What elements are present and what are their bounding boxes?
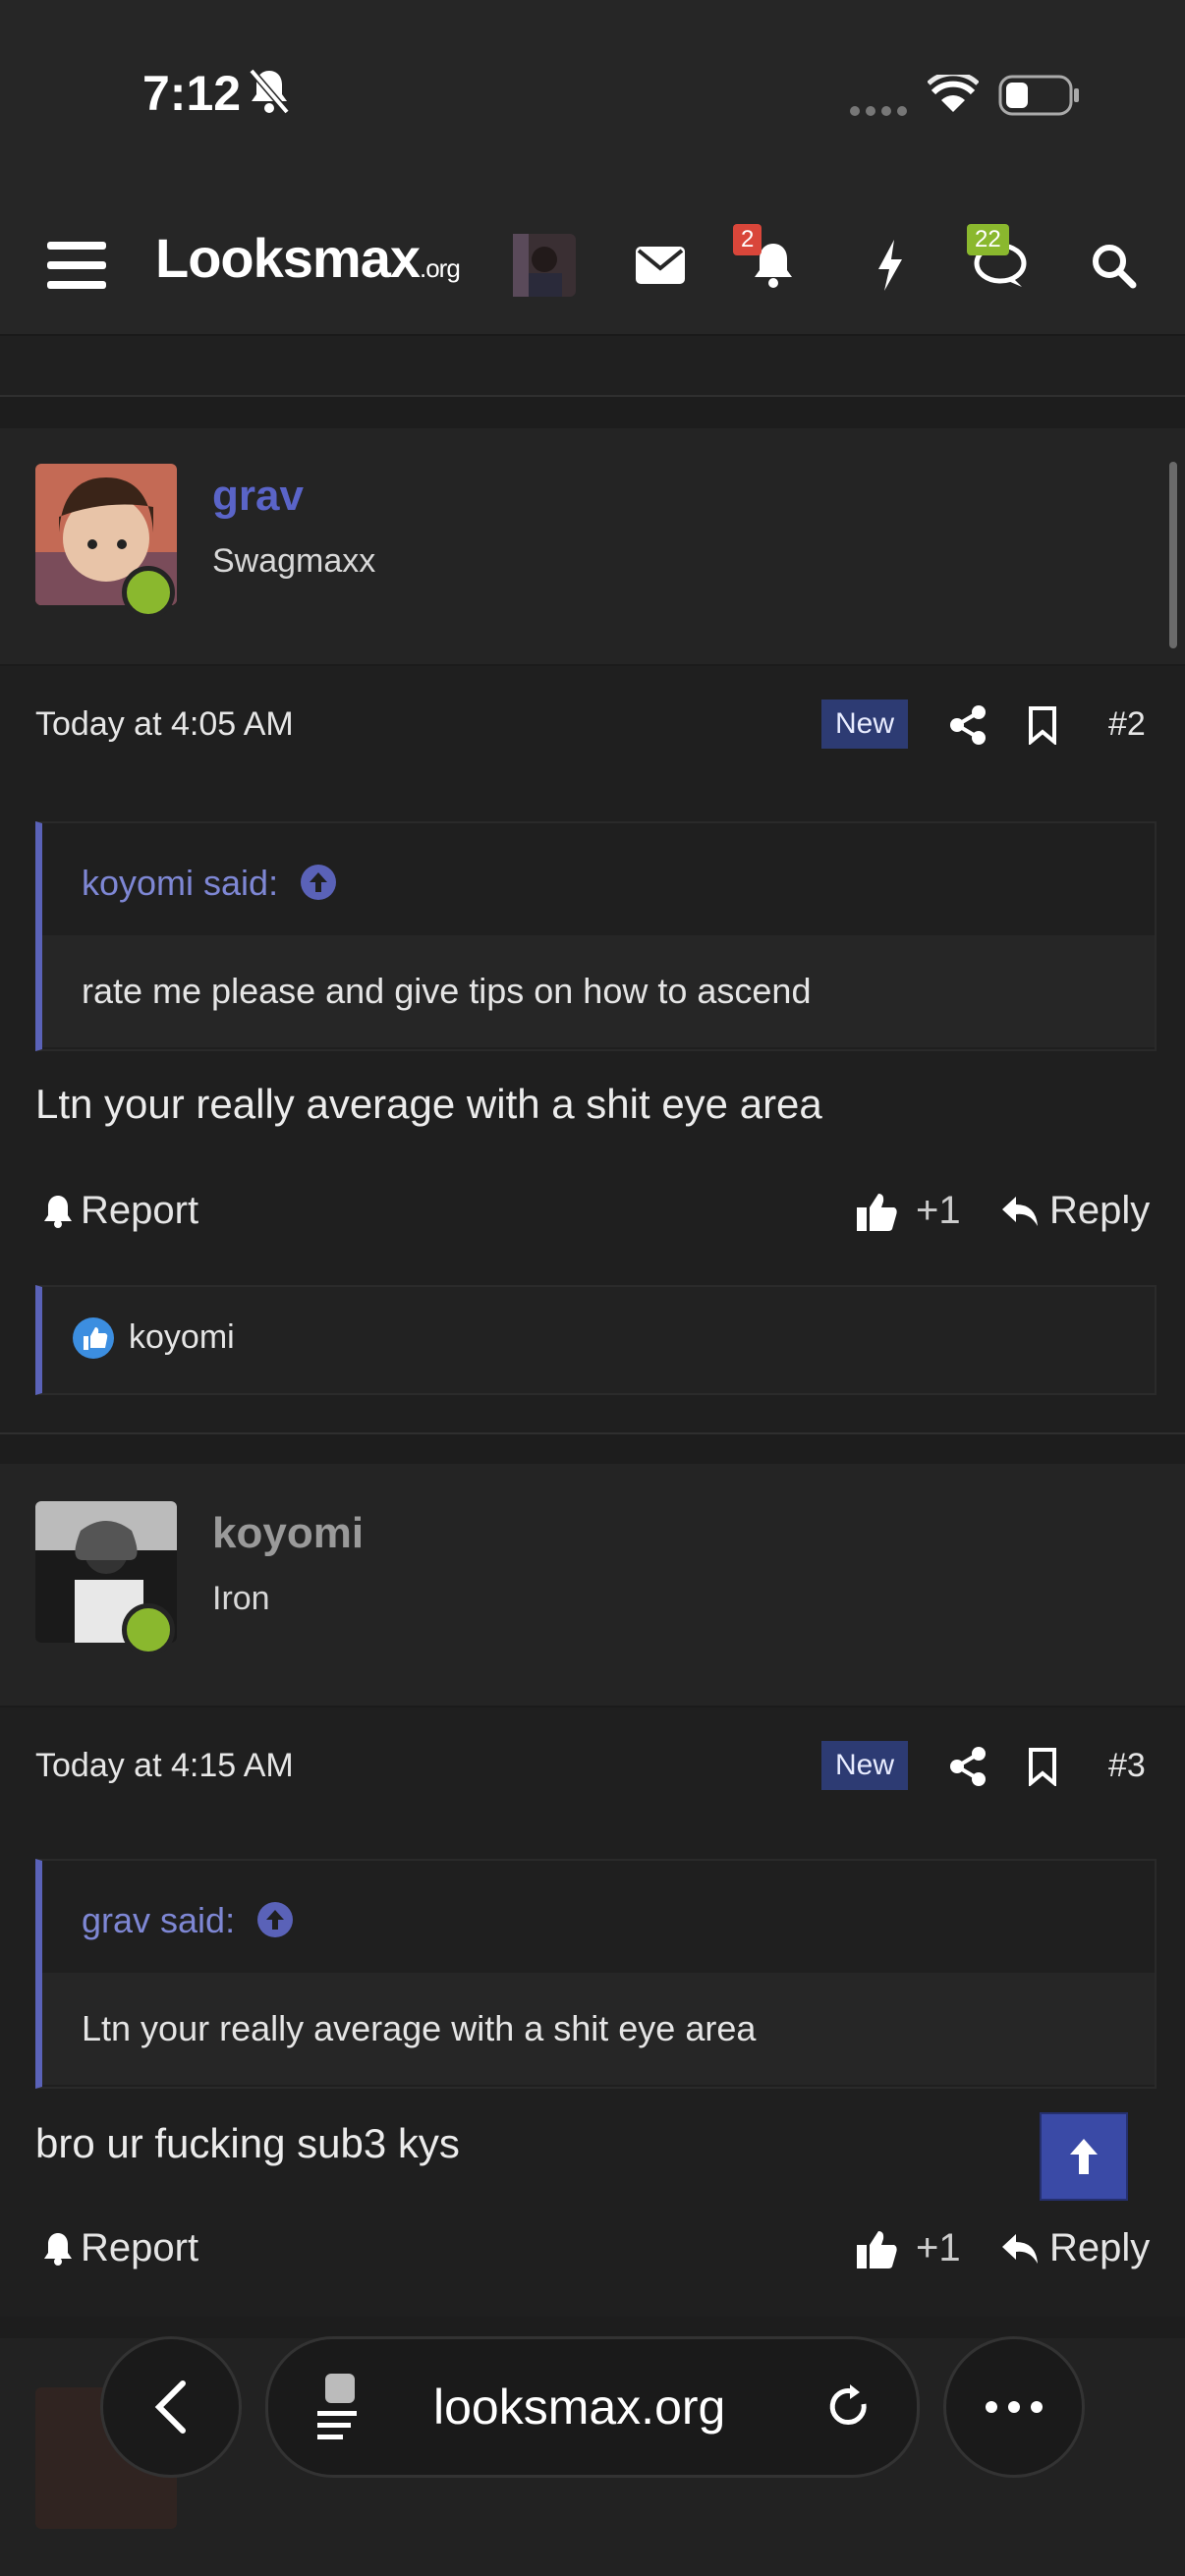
user-avatar-button[interactable] <box>513 234 576 297</box>
battery-icon <box>998 75 1081 123</box>
post-3-user-header <box>0 1464 1185 1706</box>
online-indicator <box>122 566 175 619</box>
post-meta-row: Today at 4:05 AM New #2 <box>0 664 1185 786</box>
reaction-user[interactable]: koyomi <box>129 1318 235 1357</box>
share-icon[interactable] <box>949 1747 987 1791</box>
chevron-left-icon <box>154 2380 186 2434</box>
post-number[interactable]: #2 <box>1108 705 1146 744</box>
quote-body: Ltn your really average with a shit eye … <box>42 1973 1155 2085</box>
conversations-badge: 22 <box>967 224 1009 255</box>
reaction-bar[interactable]: koyomi <box>35 1285 1157 1395</box>
divider <box>0 1432 1185 1434</box>
post-message: Ltn your really average with a shit eye … <box>35 1081 822 1127</box>
like-reaction-icon <box>73 1317 114 1359</box>
site-logo[interactable]: Looksmax.org <box>155 226 461 290</box>
like-button[interactable]: +1 <box>857 1189 961 1233</box>
scrollbar[interactable] <box>1169 462 1177 648</box>
quote-author[interactable]: koyomi said: <box>82 863 337 904</box>
site-settings-icon[interactable] <box>315 2372 370 2442</box>
whats-new-lightning-icon[interactable] <box>871 236 910 295</box>
reply-label: Reply <box>1049 2226 1151 2269</box>
report-label: Report <box>81 1189 199 1232</box>
report-bell-icon <box>44 2232 72 2266</box>
browser-more-button[interactable] <box>943 2336 1085 2478</box>
quote-block: grav said: Ltn your really average with … <box>35 1859 1157 2089</box>
logo-text: Looksmax <box>155 227 421 289</box>
mail-icon[interactable] <box>635 236 686 295</box>
username[interactable]: grav <box>212 472 304 521</box>
post-message: bro ur fucking sub3 kys <box>35 2120 460 2166</box>
logo-suffix: .org <box>420 253 461 283</box>
quote-author[interactable]: grav said: <box>82 1900 294 1941</box>
wifi-icon <box>927 71 980 119</box>
jump-to-quote-icon[interactable] <box>300 864 337 901</box>
status-bar: 7:12 <box>0 0 1185 196</box>
reply-arrow-icon <box>1002 2233 1038 2264</box>
new-tag: New <box>821 1741 909 1790</box>
search-icon[interactable] <box>1089 236 1138 295</box>
like-count: +1 <box>916 1189 961 1232</box>
browser-url: looksmax.org <box>433 2380 726 2435</box>
more-dots-icon <box>986 2401 1043 2413</box>
report-bell-icon <box>44 1195 72 1228</box>
divider <box>0 395 1185 397</box>
post-date[interactable]: Today at 4:15 AM <box>35 1747 294 1785</box>
report-label: Report <box>81 2226 199 2269</box>
thumbs-up-icon <box>857 1193 897 1231</box>
reload-icon[interactable] <box>824 2382 874 2432</box>
quote-author-label: grav said: <box>82 1900 236 1940</box>
like-button[interactable]: +1 <box>857 2226 961 2270</box>
post-date[interactable]: Today at 4:05 AM <box>35 705 294 744</box>
scroll-to-top-button[interactable] <box>1040 2112 1128 2201</box>
reply-arrow-icon <box>1002 1196 1038 1226</box>
username[interactable]: koyomi <box>212 1509 364 1558</box>
previous-post-remnant <box>0 334 1185 395</box>
quote-body: rate me please and give tips on how to a… <box>42 935 1155 1047</box>
quote-text: rate me please and give tips on how to a… <box>82 971 812 1011</box>
like-count: +1 <box>916 2226 961 2269</box>
share-icon[interactable] <box>949 705 987 750</box>
browser-back-button[interactable] <box>100 2336 242 2478</box>
bookmark-icon[interactable] <box>1028 705 1057 750</box>
thumbs-up-icon <box>857 2230 897 2268</box>
arrow-up-icon <box>1070 2139 1098 2174</box>
status-time: 7:12 <box>142 66 242 121</box>
reply-label: Reply <box>1049 1189 1151 1232</box>
user-title: Iron <box>212 1580 270 1617</box>
notifications-badge: 2 <box>733 224 762 255</box>
report-button[interactable]: Report <box>41 2226 198 2270</box>
online-indicator <box>122 1603 175 1656</box>
browser-address-bar[interactable]: looksmax.org <box>265 2336 920 2478</box>
post-meta-row: Today at 4:15 AM New #3 <box>0 1706 1185 1827</box>
quote-text: Ltn your really average with a shit eye … <box>82 2008 757 2048</box>
cellular-signal-icon <box>849 104 908 122</box>
menu-icon[interactable] <box>45 236 108 295</box>
reply-button[interactable]: Reply <box>1000 2226 1150 2270</box>
bookmark-icon[interactable] <box>1028 1747 1057 1791</box>
mute-bell-icon <box>248 67 291 121</box>
quote-block: koyomi said: rate me please and give tip… <box>35 821 1157 1051</box>
user-title: Swagmaxx <box>212 542 376 580</box>
new-tag: New <box>821 700 909 749</box>
report-button[interactable]: Report <box>41 1189 198 1233</box>
jump-to-quote-icon[interactable] <box>256 1901 294 1938</box>
quote-author-label: koyomi said: <box>82 863 279 903</box>
post-number[interactable]: #3 <box>1108 1747 1146 1785</box>
post-2-user-header <box>0 428 1185 664</box>
reply-button[interactable]: Reply <box>1000 1189 1150 1233</box>
